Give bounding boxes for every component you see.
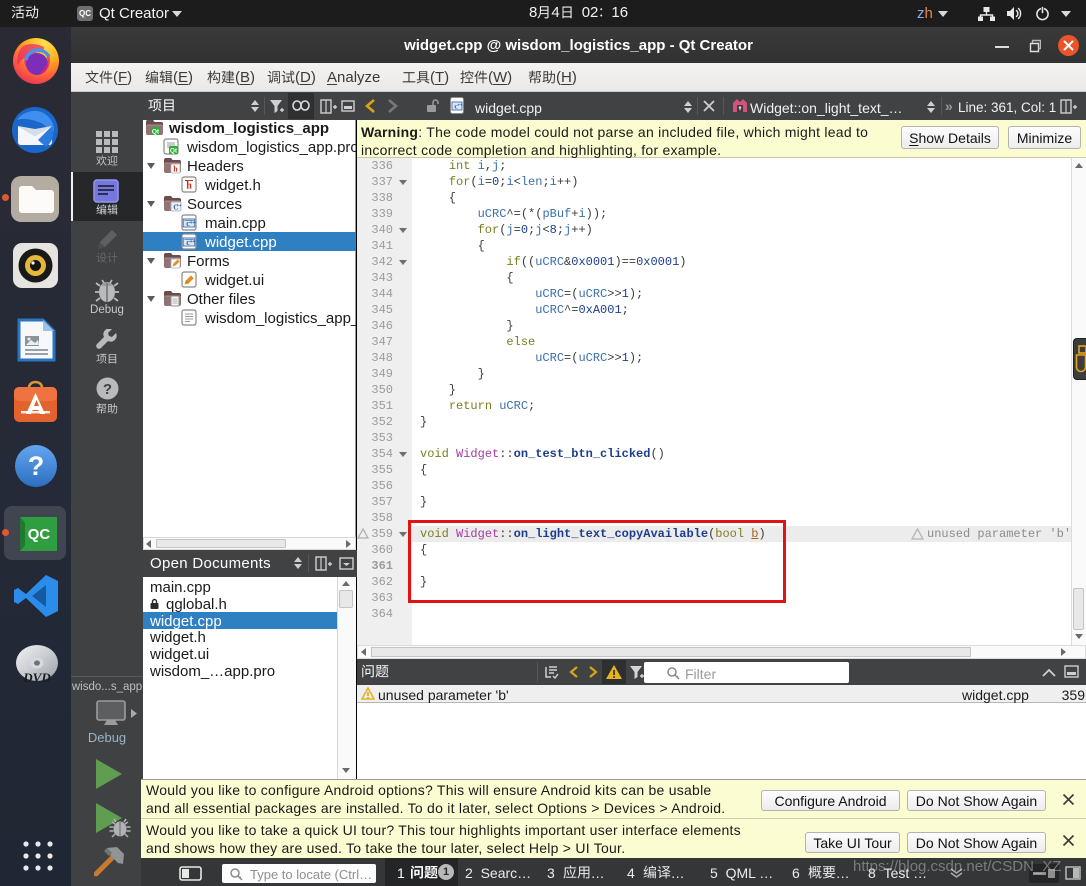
svg-text:++: ++: [176, 203, 182, 208]
svg-text:h: h: [173, 165, 178, 174]
svg-text:?: ?: [103, 381, 112, 398]
svg-text:h: h: [186, 181, 192, 192]
svg-text:++: ++: [190, 239, 196, 245]
svg-text:Qt: Qt: [170, 148, 178, 155]
svg-text:++: ++: [190, 220, 196, 226]
svg-text:++: ++: [457, 103, 463, 108]
svg-text:?: ?: [28, 451, 45, 481]
svg-text:Qt: Qt: [152, 129, 160, 136]
svg-text:QC: QC: [28, 526, 51, 543]
svg-text:DVD: DVD: [22, 670, 51, 685]
